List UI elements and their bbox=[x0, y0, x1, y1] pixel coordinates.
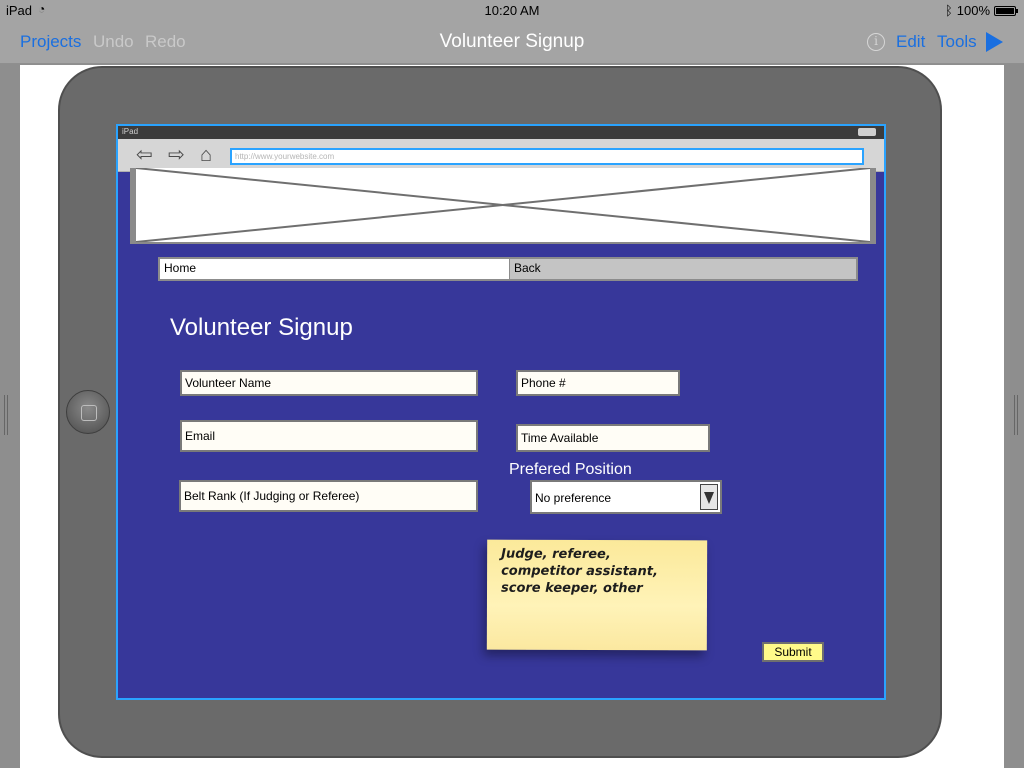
nav-back-link[interactable]: Back bbox=[510, 259, 856, 279]
submit-button[interactable]: Submit bbox=[762, 642, 824, 662]
phone-input[interactable]: Phone # bbox=[516, 370, 680, 396]
edit-button[interactable]: Edit bbox=[896, 32, 925, 52]
bluetooth-icon: ᛒ bbox=[944, 3, 953, 18]
right-resize-grip[interactable] bbox=[1014, 395, 1020, 435]
battery-icon bbox=[994, 5, 1018, 16]
nav-home-link[interactable]: Home bbox=[160, 259, 510, 279]
back-arrow-icon[interactable]: ⇦ bbox=[136, 145, 153, 165]
left-resize-grip[interactable] bbox=[4, 395, 10, 435]
app-toolbar: Projects Undo Redo Volunteer Signup i Ed… bbox=[0, 20, 1024, 64]
status-bar: iPad ◔ 10:20 AM ᛒ 100% bbox=[0, 0, 1024, 20]
form-title: Volunteer Signup bbox=[170, 314, 353, 341]
device-status-bar: iPad bbox=[118, 126, 884, 139]
sticky-note: Judge, referee, competitor assistant, sc… bbox=[486, 539, 708, 651]
volunteer-name-input[interactable]: Volunteer Name bbox=[180, 370, 478, 396]
belt-rank-input[interactable]: Belt Rank (If Judging or Referee) bbox=[179, 480, 478, 512]
home-button-icon bbox=[66, 390, 110, 434]
play-icon[interactable] bbox=[986, 32, 1003, 52]
forward-arrow-icon[interactable]: ⇨ bbox=[168, 145, 185, 165]
home-icon[interactable]: ⌂ bbox=[200, 145, 212, 165]
url-input[interactable]: http://www.yourwebsite.com bbox=[230, 148, 864, 165]
tools-button[interactable]: Tools bbox=[937, 32, 977, 52]
email-input[interactable]: Email bbox=[180, 420, 478, 452]
nav-row: Home Back bbox=[158, 257, 858, 281]
info-icon[interactable]: i bbox=[867, 33, 885, 51]
battery-percent: 100% bbox=[956, 3, 990, 18]
preferred-position-label: Prefered Position bbox=[509, 461, 632, 478]
preferred-position-select[interactable]: No preference bbox=[530, 480, 722, 514]
banner-image-placeholder bbox=[130, 168, 876, 244]
status-right: ᛒ 100% bbox=[944, 3, 1018, 18]
device-status-label: iPad bbox=[122, 127, 139, 136]
chevron-down-icon[interactable] bbox=[700, 484, 718, 510]
device-battery-icon bbox=[858, 128, 876, 136]
device-screen: iPad ⇦ ⇨ ⌂ http://www.yourwebsite.com Ho… bbox=[116, 124, 886, 700]
image-placeholder-icon bbox=[136, 168, 870, 242]
preferred-position-value: No preference bbox=[535, 491, 612, 505]
status-time: 10:20 AM bbox=[484, 3, 540, 18]
time-available-input[interactable]: Time Available bbox=[516, 424, 710, 452]
